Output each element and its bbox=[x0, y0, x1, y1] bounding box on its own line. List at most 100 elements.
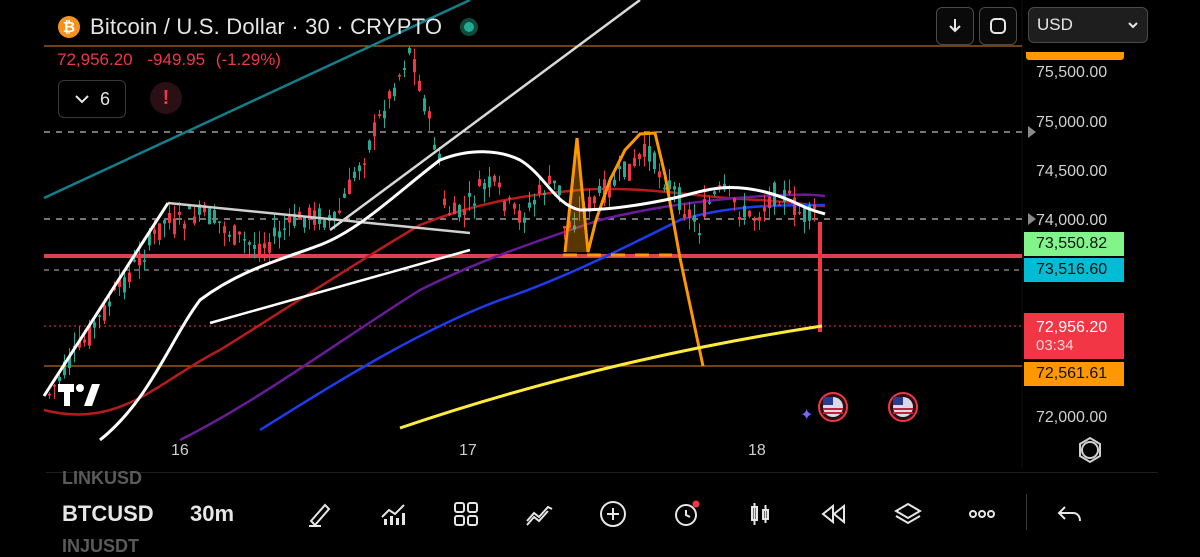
candle-body bbox=[748, 210, 751, 217]
candles-icon bbox=[751, 503, 769, 525]
candle-body bbox=[688, 209, 691, 219]
candle-body bbox=[713, 191, 716, 195]
candle-body bbox=[788, 190, 791, 194]
currency-value: USD bbox=[1037, 15, 1073, 34]
price-label: 75,500.00 bbox=[1036, 64, 1108, 81]
alarm-icon bbox=[675, 500, 700, 526]
fullscreen-button[interactable] bbox=[979, 7, 1017, 45]
candle-body bbox=[758, 216, 761, 221]
candle-body bbox=[738, 216, 741, 220]
candle-body bbox=[213, 210, 216, 223]
candle-body bbox=[653, 152, 656, 170]
chevron-down-icon bbox=[1128, 22, 1138, 29]
candle-body bbox=[463, 209, 466, 216]
candle-body bbox=[218, 221, 221, 223]
more-button[interactable] bbox=[964, 496, 1000, 532]
candle-body bbox=[343, 193, 346, 198]
last-price-value: 72,956.20 bbox=[1036, 318, 1108, 336]
undo-button[interactable] bbox=[1052, 496, 1088, 532]
price-change-pct: (-1.29%) bbox=[215, 50, 281, 69]
price-label: 74,000.00 bbox=[1036, 212, 1108, 229]
candle-body bbox=[258, 243, 261, 256]
indicators-icon bbox=[381, 504, 405, 525]
chart-type-button[interactable] bbox=[742, 496, 778, 532]
candle-body bbox=[373, 122, 376, 137]
more-icon bbox=[969, 510, 995, 518]
candle-body bbox=[173, 218, 176, 235]
candle-body bbox=[253, 244, 256, 249]
candle-body bbox=[53, 385, 56, 387]
candle-body bbox=[638, 153, 641, 160]
price-tag-green: 73,550.82 bbox=[1024, 232, 1124, 256]
symbol-header[interactable]: ₿ Bitcoin / U.S. Dollar · 30 · CRYPTO bbox=[58, 12, 479, 42]
replay-button[interactable] bbox=[816, 496, 852, 532]
candle-body bbox=[413, 59, 416, 73]
candle-body bbox=[598, 185, 601, 193]
candle-body bbox=[243, 239, 246, 241]
candle-body bbox=[383, 110, 386, 119]
candle-body bbox=[513, 203, 516, 209]
alert-icon[interactable]: ! bbox=[150, 82, 182, 114]
price-chart[interactable]: ✦ bbox=[0, 0, 1200, 554]
candle-body bbox=[398, 74, 401, 77]
candle-body bbox=[223, 226, 226, 234]
candle-body bbox=[318, 208, 321, 225]
candle-body bbox=[643, 144, 646, 157]
download-button[interactable] bbox=[936, 7, 974, 45]
candle-body bbox=[273, 227, 276, 237]
symbol-list-prev[interactable]: LINKUSD bbox=[62, 468, 142, 489]
objects-button[interactable] bbox=[890, 496, 926, 532]
candle-body bbox=[618, 166, 621, 170]
candle-body bbox=[548, 175, 551, 185]
layouts-button[interactable] bbox=[448, 496, 484, 532]
moving-average-line bbox=[43, 187, 826, 416]
candle-body bbox=[368, 140, 371, 150]
candle-body bbox=[338, 210, 341, 213]
candle-body bbox=[563, 225, 566, 229]
compare-button[interactable] bbox=[521, 496, 557, 532]
candle-body bbox=[278, 231, 281, 238]
candle-body bbox=[628, 163, 631, 181]
candle-body bbox=[323, 219, 326, 228]
candle-body bbox=[543, 192, 546, 196]
bottom-toolbar: LINKUSD BTCUSD 30m INJUSDT bbox=[0, 468, 1200, 556]
time-label: 17 bbox=[459, 442, 477, 459]
chart-app: ✦ ₿ Bitcoin / U.S. Dollar · 30 · CRYPTO … bbox=[0, 0, 1200, 556]
candle-body bbox=[128, 272, 131, 283]
candle-body bbox=[193, 216, 196, 224]
price-tag-cyan: 73,516.60 bbox=[1024, 258, 1124, 282]
candle-body bbox=[743, 205, 746, 218]
candle-body bbox=[188, 206, 191, 210]
draw-button[interactable] bbox=[302, 496, 338, 532]
candle-body bbox=[783, 189, 786, 202]
orange-level-tag bbox=[1026, 52, 1124, 60]
candle-body bbox=[553, 180, 556, 184]
candle-body bbox=[443, 198, 446, 206]
price-change-abs: -949.95 bbox=[147, 50, 206, 69]
candle-body bbox=[58, 376, 61, 382]
indicators-toggle-button[interactable]: 6 bbox=[58, 80, 126, 118]
candle-body bbox=[93, 322, 96, 328]
chevron-down-icon bbox=[75, 95, 89, 104]
candle-body bbox=[593, 196, 596, 204]
add-button[interactable] bbox=[595, 496, 631, 532]
currency-select[interactable]: USD bbox=[1028, 7, 1148, 43]
bitcoin-icon: ₿ bbox=[58, 16, 80, 38]
candle-body bbox=[103, 305, 106, 321]
candle-body bbox=[768, 196, 771, 209]
symbol-button[interactable]: BTCUSD bbox=[62, 501, 154, 527]
candle-body bbox=[458, 204, 461, 218]
indicator-count: 6 bbox=[99, 88, 110, 109]
alerts-button[interactable] bbox=[668, 496, 704, 532]
candle-body bbox=[818, 222, 822, 332]
scale-settings-icon bbox=[1079, 436, 1101, 464]
live-status-icon bbox=[460, 18, 479, 36]
candle-body bbox=[48, 393, 51, 396]
candle-body bbox=[163, 220, 166, 224]
symbol-title[interactable]: Bitcoin / U.S. Dollar · 30 · CRYPTO bbox=[90, 14, 442, 40]
indicators-button[interactable] bbox=[375, 496, 411, 532]
bar-countdown: 03:34 bbox=[1036, 336, 1074, 354]
candle-body bbox=[803, 208, 806, 223]
trend-icon bbox=[526, 505, 553, 526]
interval-button[interactable]: 30m bbox=[190, 501, 234, 527]
